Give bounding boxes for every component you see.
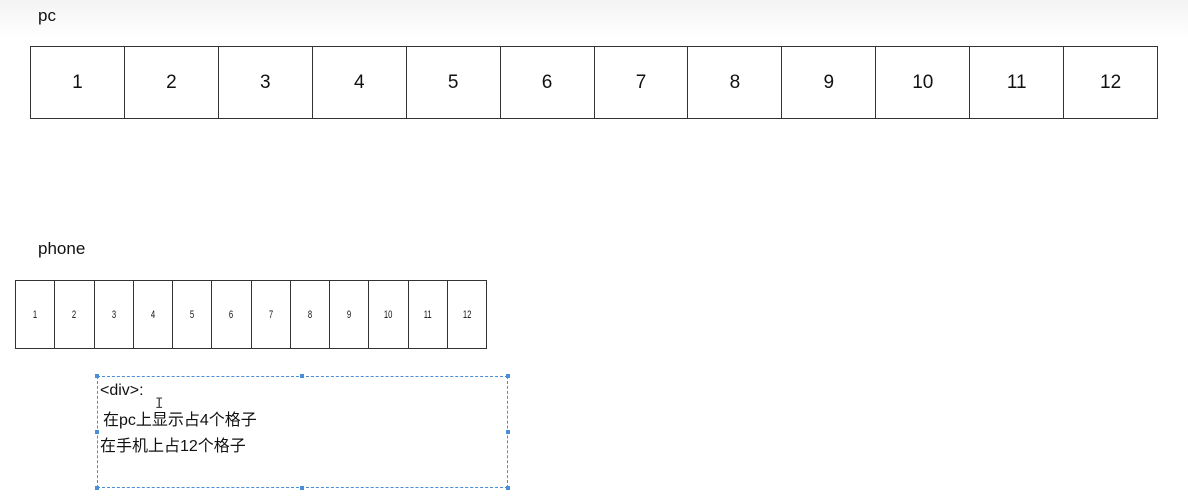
phone-cell: 11: [409, 281, 448, 348]
phone-cell: 7: [252, 281, 291, 348]
phone-cell-label: 1: [32, 308, 38, 321]
phone-cell: 2: [55, 281, 95, 348]
phone-cell-label: 9: [346, 308, 352, 321]
pc-cell: 8: [688, 47, 783, 118]
pc-cell: 10: [876, 47, 971, 118]
pc-cell: 12: [1100, 71, 1122, 93]
phone-cell: 9: [330, 281, 370, 348]
phone-cell-label: 10: [384, 308, 393, 321]
phone-cell-label: 4: [150, 308, 156, 321]
resize-handle[interactable]: [300, 486, 304, 490]
phone-cell: 3: [95, 281, 134, 348]
pc-cell: 2: [125, 47, 219, 118]
phone-cell: 4: [134, 281, 173, 348]
phone-cell: 1: [16, 281, 56, 348]
phone-cell: 10: [369, 281, 409, 348]
phone-cell-label: 7: [268, 308, 273, 321]
resize-handle[interactable]: [506, 486, 510, 490]
phone-cell-label: 12: [462, 308, 472, 321]
pc-cell: 9: [782, 47, 877, 118]
phone-cell: 12: [448, 281, 486, 348]
top-bar: [0, 0, 1188, 38]
pc-label: pc: [38, 6, 56, 25]
pc-cell: 6: [501, 47, 595, 118]
resize-handle[interactable]: [300, 374, 304, 378]
text-cursor-icon: I: [155, 396, 164, 412]
phone-cell-label: 11: [423, 308, 432, 321]
phone-cell: 5: [173, 281, 213, 348]
phone-cell-label: 6: [229, 308, 234, 321]
resize-handle[interactable]: [95, 374, 99, 378]
phone-cell-label: 5: [189, 308, 195, 321]
phone-cell-label: 8: [307, 308, 313, 321]
phone-cell-label: 2: [72, 308, 77, 321]
resize-handle[interactable]: [506, 430, 510, 434]
resize-handle[interactable]: [506, 374, 510, 378]
phone-cell-label: 3: [111, 308, 116, 321]
phone-label: phone: [38, 239, 86, 258]
pc-cell: 1: [31, 47, 125, 118]
note-line: <div>:: [100, 382, 144, 399]
resize-handle[interactable]: [95, 430, 99, 434]
phone-cell: 6: [212, 281, 252, 348]
note-line: 在pc上显示占4个格子: [103, 412, 257, 429]
pc-cell: 3: [219, 47, 313, 118]
note-line: 在手机上占12个格子: [100, 438, 246, 455]
phone-grid: 1 2 3 4 5 6 7 8 9 10 11 12: [15, 280, 487, 349]
pc-cell: 7: [595, 47, 689, 118]
phone-cell: 8: [291, 281, 330, 348]
pc-cell: 11: [970, 47, 1065, 118]
note-text-box[interactable]: <div>: 在pc上显示占4个格子 在手机上占12个格子 I: [95, 374, 510, 490]
resize-handle[interactable]: [95, 486, 99, 490]
pc-grid: 1 2 3 4 5 6 7 8 9 10 11 12: [30, 46, 1158, 119]
pc-cell: 5: [407, 47, 501, 118]
pc-cell: 4: [313, 47, 407, 118]
